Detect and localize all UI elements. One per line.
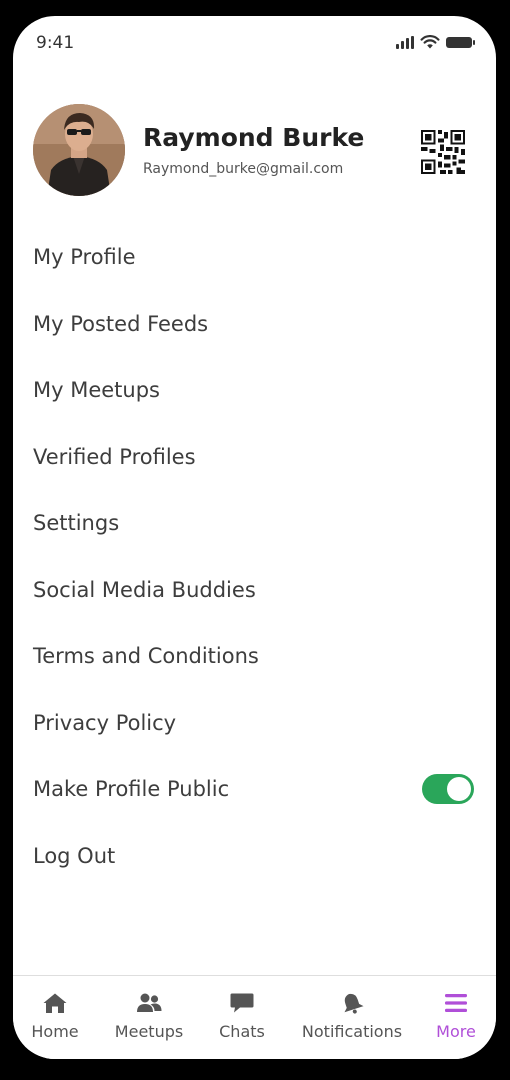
- bottom-tab-bar: Home Meetups Chats Notifications More: [13, 975, 496, 1059]
- menu-item-label: Social Media Buddies: [33, 577, 256, 602]
- menu-item-label: My Posted Feeds: [33, 311, 209, 336]
- menu-item-settings[interactable]: Settings: [13, 490, 496, 557]
- phone-screen: 9:41 Raymond Burke Raymond_burke@gmail.c…: [13, 16, 496, 1059]
- status-time: 9:41: [36, 33, 75, 53]
- chat-bubble-icon: [230, 993, 254, 1013]
- menu-item-label: Log Out: [33, 843, 116, 868]
- menu-item-privacy-policy[interactable]: Privacy Policy: [13, 690, 496, 757]
- battery-icon: [446, 37, 475, 48]
- profile-header: Raymond Burke Raymond_burke@gmail.com: [33, 104, 478, 196]
- menu-icon: [445, 994, 467, 1012]
- home-icon: [43, 993, 67, 1013]
- wifi-icon: [420, 35, 440, 49]
- signal-icon: [396, 36, 414, 49]
- menu-item-social-media-buddies[interactable]: Social Media Buddies: [13, 557, 496, 624]
- qr-code-icon[interactable]: [421, 130, 465, 174]
- tab-home[interactable]: Home: [23, 976, 87, 1059]
- status-bar: 9:41: [13, 16, 496, 68]
- tab-more[interactable]: More: [428, 976, 484, 1059]
- menu-item-label: Settings: [33, 511, 120, 536]
- side-menu: My Profile My Posted Feeds My Meetups Ve…: [13, 224, 496, 889]
- tab-label: Chats: [219, 1022, 265, 1041]
- tab-label: Notifications: [301, 1022, 403, 1041]
- profile-name: Raymond Burke: [143, 123, 365, 152]
- people-icon: [137, 993, 162, 1012]
- menu-item-label: My Profile: [33, 245, 136, 270]
- menu-item-my-profile[interactable]: My Profile: [13, 224, 496, 291]
- tab-label: Meetups: [114, 1022, 184, 1041]
- menu-item-my-meetups[interactable]: My Meetups: [13, 357, 496, 424]
- status-icons: [396, 35, 475, 49]
- make-profile-public-toggle[interactable]: [422, 774, 474, 805]
- tab-notifications[interactable]: Notifications: [297, 976, 407, 1059]
- menu-item-label: Privacy Policy: [33, 710, 177, 735]
- menu-item-my-posted-feeds[interactable]: My Posted Feeds: [13, 291, 496, 358]
- profile-email: Raymond_burke@gmail.com: [143, 161, 344, 177]
- menu-item-terms-and-conditions[interactable]: Terms and Conditions: [13, 623, 496, 690]
- menu-item-label: Verified Profiles: [33, 444, 196, 469]
- menu-item-make-profile-public: Make Profile Public: [13, 756, 496, 823]
- tab-label: Home: [31, 1022, 79, 1041]
- tab-chats[interactable]: Chats: [212, 976, 272, 1059]
- tab-meetups[interactable]: Meetups: [108, 976, 190, 1059]
- menu-item-label: My Meetups: [33, 378, 160, 403]
- menu-item-label: Terms and Conditions: [33, 644, 259, 669]
- tab-label: More: [436, 1022, 476, 1041]
- bell-icon: [344, 993, 364, 1014]
- toggle-knob: [447, 777, 471, 802]
- menu-item-label: Make Profile Public: [33, 777, 230, 802]
- avatar[interactable]: [33, 104, 125, 196]
- menu-item-log-out[interactable]: Log Out: [13, 823, 496, 890]
- menu-item-verified-profiles[interactable]: Verified Profiles: [13, 424, 496, 491]
